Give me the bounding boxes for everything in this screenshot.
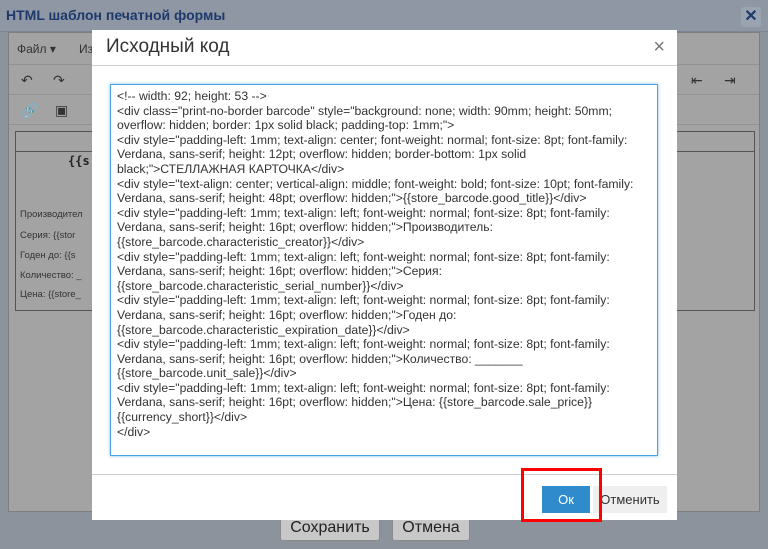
- redo-icon[interactable]: ↷: [53, 72, 65, 89]
- doc-field: Цена: {{store_: [20, 289, 81, 300]
- window-title: HTML шаблон печатной формы: [6, 7, 226, 23]
- image-icon[interactable]: ▣: [55, 102, 68, 119]
- doc-field: Производител: [20, 209, 83, 220]
- dialog-close-icon[interactable]: ×: [653, 36, 665, 59]
- window-close-button[interactable]: ✕: [741, 7, 761, 27]
- window-title-bar: HTML шаблон печатной формы ✕: [0, 0, 768, 32]
- menu-file[interactable]: Файл ▾: [17, 42, 56, 56]
- source-code-dialog: Исходный код × <!-- width: 92; height: 5…: [92, 30, 677, 520]
- indent-icon[interactable]: ⇥: [724, 72, 736, 89]
- dialog-title: Исходный код: [106, 36, 230, 57]
- doc-field: Серия: {{stor: [20, 230, 76, 241]
- undo-icon[interactable]: ↶: [21, 72, 33, 89]
- outdent-icon[interactable]: ⇤: [691, 72, 703, 89]
- highlight-box: [521, 468, 602, 522]
- dialog-cancel-button[interactable]: Отменить: [593, 486, 667, 513]
- doc-title: {{s: [68, 154, 90, 168]
- doc-field: Годен до: {{s: [20, 250, 76, 261]
- doc-field: Количество: _: [20, 270, 82, 281]
- link-icon[interactable]: 🔗: [21, 102, 38, 119]
- source-code-textarea[interactable]: <!-- width: 92; height: 53 --> <div clas…: [110, 84, 658, 456]
